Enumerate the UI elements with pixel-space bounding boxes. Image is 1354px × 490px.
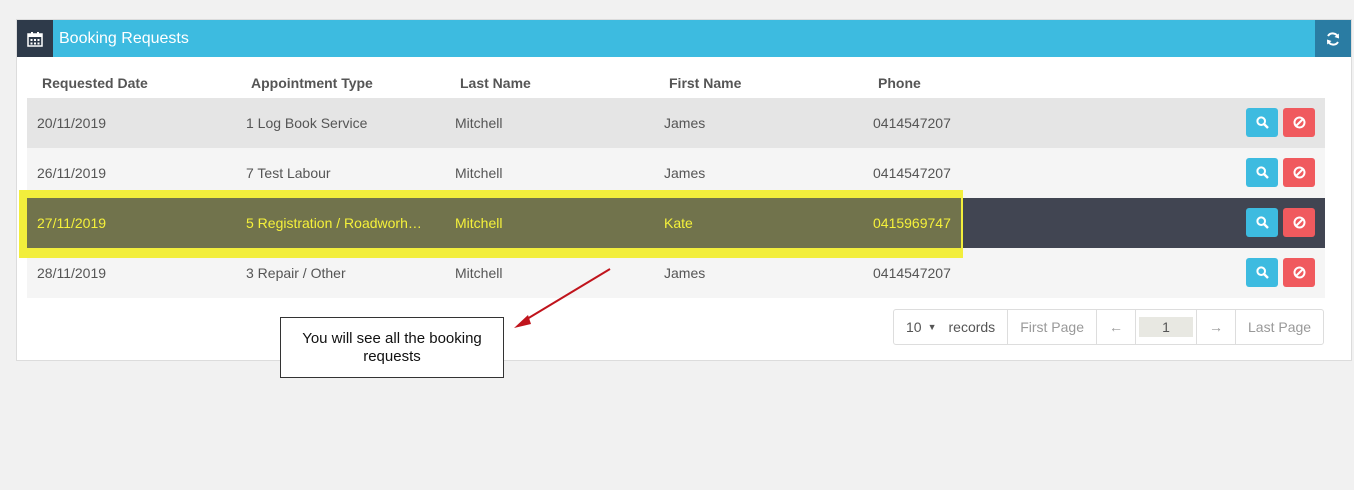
cell-last-name: Mitchell xyxy=(455,165,503,181)
search-icon xyxy=(1255,166,1269,179)
view-button[interactable] xyxy=(1246,258,1278,287)
cell-last-name: Mitchell xyxy=(455,215,503,231)
table-row-selected[interactable]: 27/11/2019 5 Registration / Roadworh… Mi… xyxy=(27,198,1325,248)
cell-phone: 0415969747 xyxy=(873,215,951,231)
records-label: records xyxy=(948,319,996,335)
view-button[interactable] xyxy=(1246,108,1278,137)
cell-first-name: James xyxy=(664,115,706,131)
ban-icon xyxy=(1293,266,1305,279)
search-icon xyxy=(1255,216,1269,229)
ban-icon xyxy=(1293,116,1305,129)
cancel-button[interactable] xyxy=(1283,208,1315,237)
table-row[interactable]: 26/11/2019 7 Test Labour Mitchell James … xyxy=(27,148,1325,198)
cell-date: 27/11/2019 xyxy=(37,215,107,231)
last-page-button[interactable]: Last Page xyxy=(1235,310,1323,344)
search-icon xyxy=(1255,116,1269,129)
pagination: 10 ▼ records First Page ← 1 → Last Page xyxy=(893,309,1325,345)
page-number-input[interactable]: 1 xyxy=(1139,317,1193,337)
cell-phone: 0414547207 xyxy=(873,115,951,131)
cancel-button[interactable] xyxy=(1283,108,1315,137)
table-header: Requested Date Appointment Type Last Nam… xyxy=(27,58,1325,98)
caret-down-icon: ▼ xyxy=(927,322,937,332)
cell-first-name: James xyxy=(664,265,706,281)
cancel-button[interactable] xyxy=(1283,258,1315,287)
next-page-button[interactable]: → xyxy=(1196,310,1235,344)
cell-date: 20/11/2019 xyxy=(37,115,107,131)
cell-last-name: Mitchell xyxy=(455,115,503,131)
cell-last-name: Mitchell xyxy=(455,265,503,281)
table-row[interactable]: 20/11/2019 1 Log Book Service Mitchell J… xyxy=(27,98,1325,148)
prev-page-button[interactable]: ← xyxy=(1096,310,1135,344)
booking-requests-panel: Booking Requests Requested Date Appointm… xyxy=(16,19,1352,361)
cell-type: 3 Repair / Other xyxy=(246,265,346,281)
view-button[interactable] xyxy=(1246,158,1278,187)
cell-date: 26/11/2019 xyxy=(37,165,107,181)
page-number-wrap: 1 xyxy=(1135,310,1196,344)
cell-phone: 0414547207 xyxy=(873,165,951,181)
first-page-button[interactable]: First Page xyxy=(1007,310,1096,344)
panel-title: Booking Requests xyxy=(59,30,189,47)
refresh-icon xyxy=(1327,31,1339,46)
annotation-text: You will see all the booking requests xyxy=(302,329,482,365)
ban-icon xyxy=(1293,216,1305,229)
cell-type: 7 Test Labour xyxy=(246,165,331,181)
cell-type: 1 Log Book Service xyxy=(246,115,368,131)
page-size-value: 10 xyxy=(906,319,922,335)
search-icon xyxy=(1255,266,1269,279)
cell-date: 28/11/2019 xyxy=(37,265,107,281)
cell-phone: 0414547207 xyxy=(873,265,951,281)
page-size-select[interactable]: 10 ▼ records xyxy=(894,310,1007,344)
ban-icon xyxy=(1293,166,1305,179)
annotation-callout: You will see all the booking requests xyxy=(280,317,504,378)
cancel-button[interactable] xyxy=(1283,158,1315,187)
view-button[interactable] xyxy=(1246,208,1278,237)
table-row[interactable]: 28/11/2019 3 Repair / Other Mitchell Jam… xyxy=(27,248,1325,298)
panel-header: Booking Requests xyxy=(17,20,1351,57)
cell-type: 5 Registration / Roadworh… xyxy=(246,215,422,231)
calendar-icon xyxy=(17,20,53,57)
cell-first-name: Kate xyxy=(664,215,693,231)
refresh-button[interactable] xyxy=(1315,20,1351,57)
table-body: 20/11/2019 1 Log Book Service Mitchell J… xyxy=(27,98,1325,298)
cell-first-name: James xyxy=(664,165,706,181)
